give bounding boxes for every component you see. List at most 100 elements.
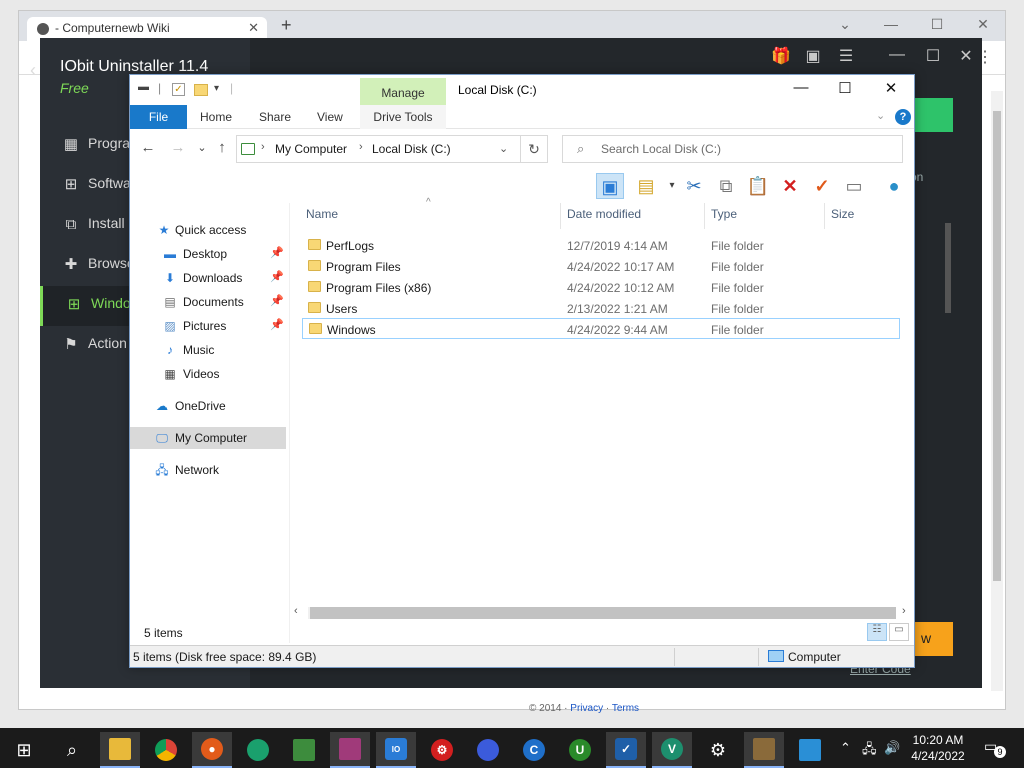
minimize-button[interactable]: — — [778, 79, 824, 103]
search-input[interactable] — [601, 141, 891, 157]
column-header-date[interactable]: Date modified — [567, 207, 641, 221]
help-icon[interactable]: ? — [895, 109, 911, 125]
nav-item-music[interactable]: ♪ Music — [130, 339, 286, 361]
column-header-type[interactable]: Type — [711, 207, 737, 221]
back-button[interactable]: ← — [138, 139, 158, 156]
nav-item-desktop[interactable]: ▬ Desktop 📌 — [130, 243, 286, 265]
nav-item-downloads[interactable]: ⬇ Downloads 📌 — [130, 267, 286, 289]
maximize-button[interactable]: ☐ — [822, 79, 868, 103]
scrollbar-thumb[interactable] — [310, 607, 896, 619]
expand-ribbon-icon[interactable]: ⌄ — [876, 109, 885, 122]
browser-maximize-button[interactable]: ☐ — [927, 16, 947, 33]
taskbar-monitor-app[interactable] — [284, 732, 324, 768]
taskbar-ccleaner[interactable]: C — [514, 732, 554, 768]
browser-close-button[interactable]: ✕ — [973, 16, 993, 33]
tab-file[interactable]: File — [130, 105, 187, 129]
nav-item-videos[interactable]: ▦ Videos — [130, 363, 286, 385]
taskbar-file-explorer[interactable] — [100, 732, 140, 768]
taskbar-vpn[interactable]: V — [652, 732, 692, 768]
taskbar-vpn-shield[interactable]: ✓ — [606, 732, 646, 768]
tab-search-icon[interactable]: ⌄ — [835, 16, 855, 33]
new-folder-icon[interactable] — [194, 84, 208, 96]
forward-button[interactable]: → — [168, 139, 188, 156]
preview-pane-icon[interactable]: ▣ — [596, 173, 624, 199]
globe-icon[interactable]: ● — [880, 173, 908, 199]
pin-icon[interactable]: 📌 — [270, 270, 284, 283]
footer-link-terms[interactable]: Terms — [612, 703, 639, 714]
recent-locations-icon[interactable]: ⌄ — [192, 141, 212, 154]
nav-item-network[interactable]: 🖧 Network — [130, 459, 286, 481]
taskbar-malwarebytes[interactable] — [468, 732, 508, 768]
column-divider[interactable] — [560, 203, 561, 229]
iobit-upgrade-button[interactable]: w — [913, 622, 953, 656]
delete-icon[interactable]: ✕ — [776, 173, 804, 199]
browser-scrollbar[interactable] — [991, 91, 1003, 691]
scrollbar-thumb[interactable] — [993, 111, 1001, 581]
nav-item-pictures[interactable]: ▨ Pictures 📌 — [130, 315, 286, 337]
refresh-button[interactable]: ↻ — [520, 135, 548, 163]
file-row[interactable]: PerfLogs 12/7/2019 4:14 AM File folder — [302, 235, 900, 256]
pin-icon[interactable]: 📌 — [270, 246, 284, 259]
horizontal-scrollbar[interactable]: ‹ › — [292, 605, 914, 621]
nav-item-documents[interactable]: ▤ Documents 📌 — [130, 291, 286, 313]
file-row[interactable]: Program Files 4/24/2022 10:17 AM File fo… — [302, 256, 900, 277]
browser-minimize-button[interactable]: — — [881, 16, 901, 32]
breadcrumb-local-disk[interactable]: Local Disk (C:) — [372, 142, 451, 156]
qat-dropdown-icon[interactable]: ▾ — [214, 83, 230, 99]
file-row[interactable]: Users 2/13/2022 1:21 AM File folder — [302, 298, 900, 319]
iobit-minimize-button[interactable]: — — [886, 46, 908, 64]
menu-icon[interactable]: ☰ — [835, 46, 857, 66]
tab-view[interactable]: View — [317, 110, 343, 124]
taskbar-iobit[interactable]: IO — [376, 732, 416, 768]
iobit-close-button[interactable]: ✕ — [955, 46, 977, 66]
nav-item-onedrive[interactable]: ☁ OneDrive — [130, 395, 286, 417]
notification-button[interactable]: ▭ 9 — [984, 738, 1006, 758]
column-divider[interactable] — [824, 203, 825, 229]
taskbar-security[interactable]: ⚙ — [422, 732, 462, 768]
paste-icon[interactable]: 📋 — [744, 173, 772, 199]
taskbar-browser[interactable]: ● — [192, 732, 232, 768]
start-button[interactable]: ⊞ — [4, 732, 44, 768]
taskbar-edge[interactable] — [238, 732, 278, 768]
taskbar-uninstaller[interactable]: U — [560, 732, 600, 768]
taskbar-settings[interactable]: ⚙ — [698, 732, 738, 768]
back-arrow-icon[interactable]: ‹ — [30, 60, 36, 81]
column-header-name[interactable]: Name — [306, 207, 338, 221]
gift-icon[interactable]: 🎁 — [770, 46, 792, 66]
file-row[interactable]: Program Files (x86) 4/24/2022 10:12 AM F… — [302, 277, 900, 298]
cut-icon[interactable]: ✂ — [680, 173, 708, 199]
tab-manage[interactable]: Manage — [360, 78, 446, 106]
toolbox-icon[interactable]: ▣ — [802, 46, 824, 66]
nav-item-quick-access[interactable]: ★ Quick access — [130, 219, 286, 241]
search-box[interactable]: ⌕ — [562, 135, 903, 163]
rename-icon[interactable]: ▭ — [840, 173, 868, 199]
taskbar-winrar[interactable] — [330, 732, 370, 768]
footer-link-privacy[interactable]: Privacy — [570, 703, 603, 714]
copy-icon[interactable]: ⧉ — [712, 173, 740, 199]
pin-icon[interactable]: 📌 — [270, 318, 284, 331]
tab-drive-tools[interactable]: Drive Tools — [360, 105, 446, 129]
column-header-size[interactable]: Size — [831, 207, 854, 221]
scroll-left-icon[interactable]: ‹ — [294, 605, 298, 617]
large-icons-view-icon[interactable]: ▭ — [889, 623, 909, 641]
iobit-scrollbar[interactable] — [945, 223, 951, 313]
address-bar[interactable]: › My Computer › Local Disk (C:) ⌄ — [236, 135, 548, 163]
iobit-action-button[interactable] — [913, 98, 953, 132]
new-tab-button[interactable]: + — [281, 15, 292, 36]
search-icon[interactable]: ⌕ — [52, 732, 92, 768]
column-divider[interactable] — [704, 203, 705, 229]
checkmark-icon[interactable]: ✓ — [808, 173, 836, 199]
network-icon[interactable]: 🖧 — [862, 740, 877, 762]
taskbar-control-panel[interactable] — [744, 732, 784, 768]
up-button[interactable]: ↑ — [212, 139, 232, 156]
tab-home[interactable]: Home — [200, 110, 232, 124]
details-view-icon[interactable]: ☷ — [867, 623, 887, 641]
properties-icon[interactable]: ✓ — [172, 83, 185, 96]
breadcrumb-my-computer[interactable]: My Computer — [275, 142, 347, 156]
taskbar-clock[interactable]: 10:20 AM 4/24/2022 — [896, 732, 980, 764]
iobit-maximize-button[interactable]: ☐ — [922, 46, 944, 66]
tab-share[interactable]: Share — [259, 110, 291, 124]
close-button[interactable]: ✕ — [868, 79, 914, 103]
file-row[interactable]: Windows 4/24/2022 9:44 AM File folder — [302, 318, 900, 339]
chevron-up-icon[interactable]: ⌃ — [840, 740, 851, 756]
